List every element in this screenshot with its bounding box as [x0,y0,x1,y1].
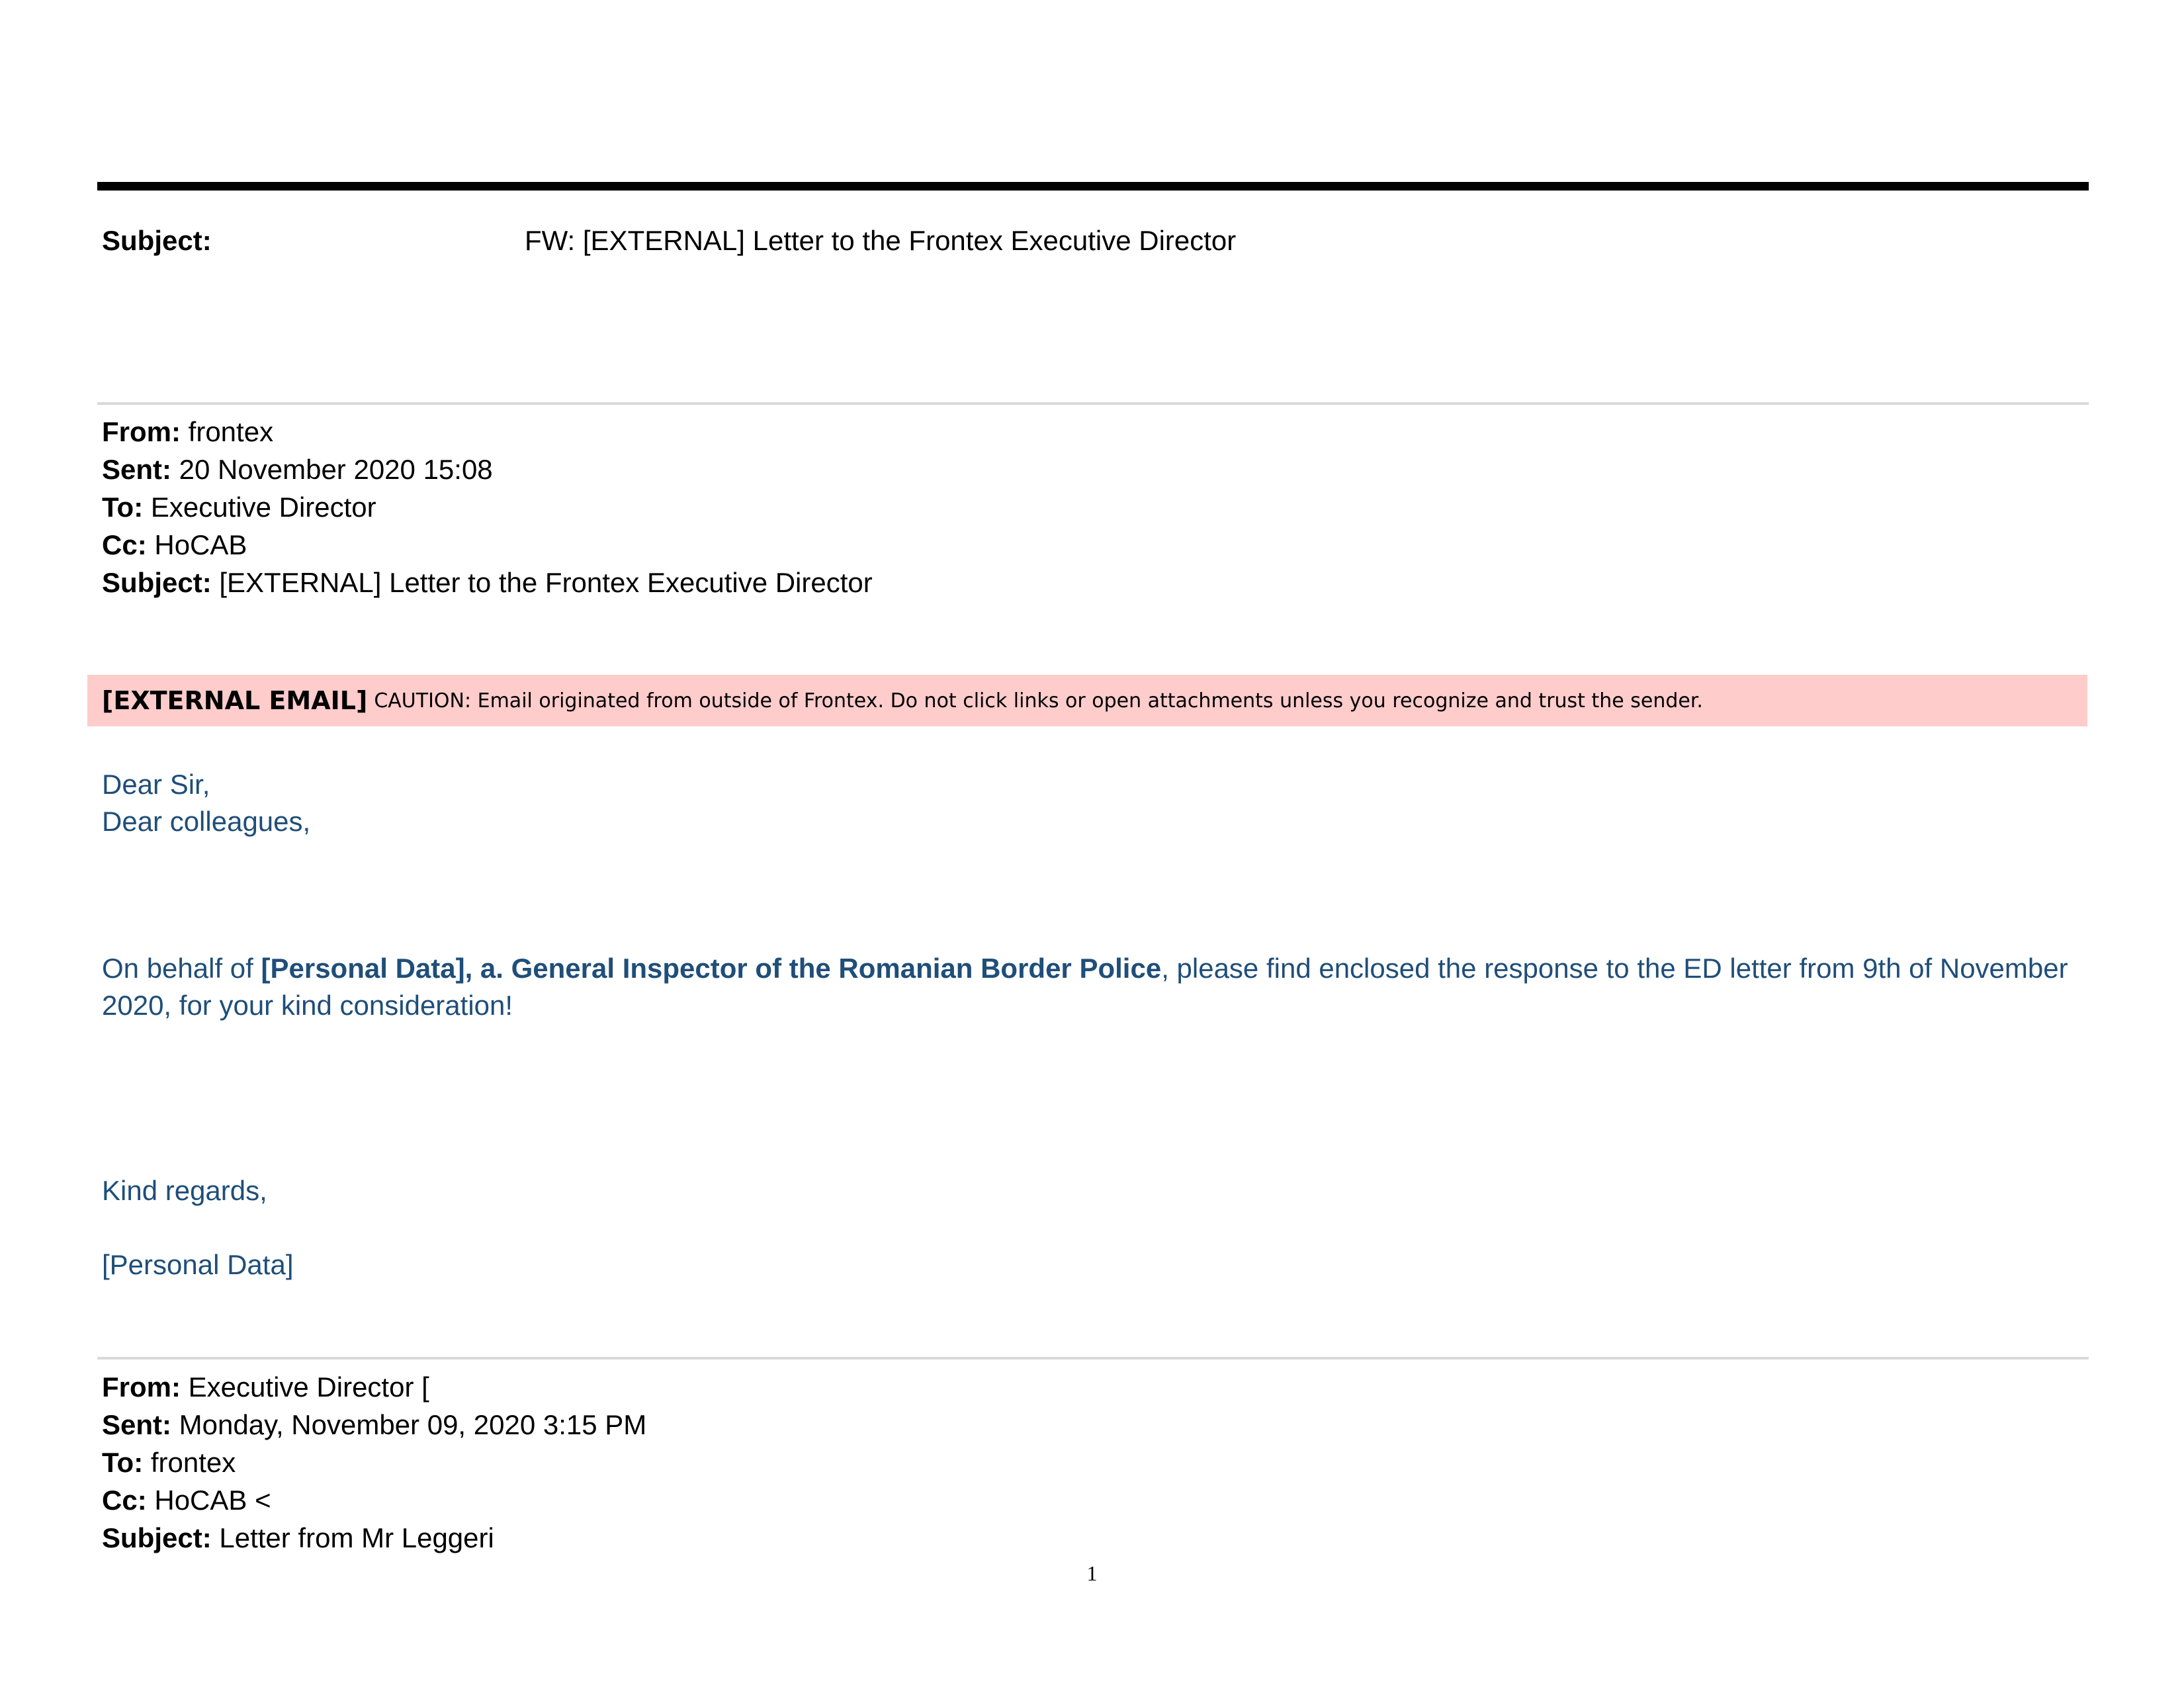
quoted-to-line: To: frontex [102,1444,646,1481]
greeting: Dear Sir, Dear colleagues, [102,766,310,840]
quoted-to-value: frontex [143,1447,236,1478]
page-number: 1 [1086,1561,1098,1585]
quoted-from-label: From: [102,1371,181,1403]
quoted-cc-line: Cc: HoCAB < [102,1481,646,1519]
top-subject-label: Subject: [102,225,212,256]
quoted-header-divider [97,1357,2089,1360]
quoted-from-value: Executive Director [ [181,1371,429,1403]
quoted-sent-line: Sent: Monday, November 09, 2020 3:15 PM [102,1406,646,1444]
external-email-tag: [EXTERNAL EMAIL] [102,686,368,715]
header-divider [97,402,2089,405]
body-paragraph: On behalf of [Personal Data], a. General… [102,950,2093,1024]
sent-line: Sent: 20 November 2020 15:08 [102,451,873,488]
quoted-from-line: From: Executive Director [ [102,1368,646,1406]
forwarded-message-header: From: frontex Sent: 20 November 2020 15:… [102,413,873,601]
quoted-sent-value: Monday, November 09, 2020 3:15 PM [171,1409,647,1440]
external-email-banner: [EXTERNAL EMAIL] CAUTION: Email originat… [87,675,2087,726]
quoted-message-header: From: Executive Director [ Sent: Monday,… [102,1368,646,1557]
subject-line: Subject: [EXTERNAL] Letter to the Fronte… [102,564,873,601]
subject-value: [EXTERNAL] Letter to the Frontex Executi… [211,567,873,598]
paragraph-intro: On behalf of [102,953,261,984]
sent-label: Sent: [102,454,171,485]
subject-label: Subject: [102,567,212,598]
greeting-line-1: Dear Sir, [102,769,210,800]
quoted-subject-value: Letter from Mr Leggeri [211,1522,494,1553]
from-value: frontex [181,416,274,447]
to-value: Executive Director [143,492,376,523]
signature: [Personal Data] [102,1249,294,1280]
quoted-subject-label: Subject: [102,1522,212,1553]
quoted-to-label: To: [102,1447,144,1478]
closing: Kind regards, [102,1175,267,1206]
top-subject-value: FW: [EXTERNAL] Letter to the Frontex Exe… [525,225,1237,256]
sent-value: 20 November 2020 15:08 [171,454,493,485]
from-line: From: frontex [102,413,873,451]
cc-label: Cc: [102,529,147,560]
greeting-line-2: Dear colleagues, [102,806,311,837]
cc-line: Cc: HoCAB [102,526,873,564]
quoted-cc-value: HoCAB < [146,1485,271,1516]
quoted-subject-line: Subject: Letter from Mr Leggeri [102,1519,646,1557]
quoted-cc-label: Cc: [102,1485,147,1516]
to-label: To: [102,492,144,523]
paragraph-sender: [Personal Data], a. General Inspector of… [261,953,1162,984]
from-label: From: [102,416,181,447]
quoted-sent-label: Sent: [102,1409,171,1440]
cc-value: HoCAB [146,529,247,560]
caution-text: CAUTION: Email originated from outside o… [374,689,1703,713]
to-line: To: Executive Director [102,488,873,526]
top-divider [97,182,2089,191]
